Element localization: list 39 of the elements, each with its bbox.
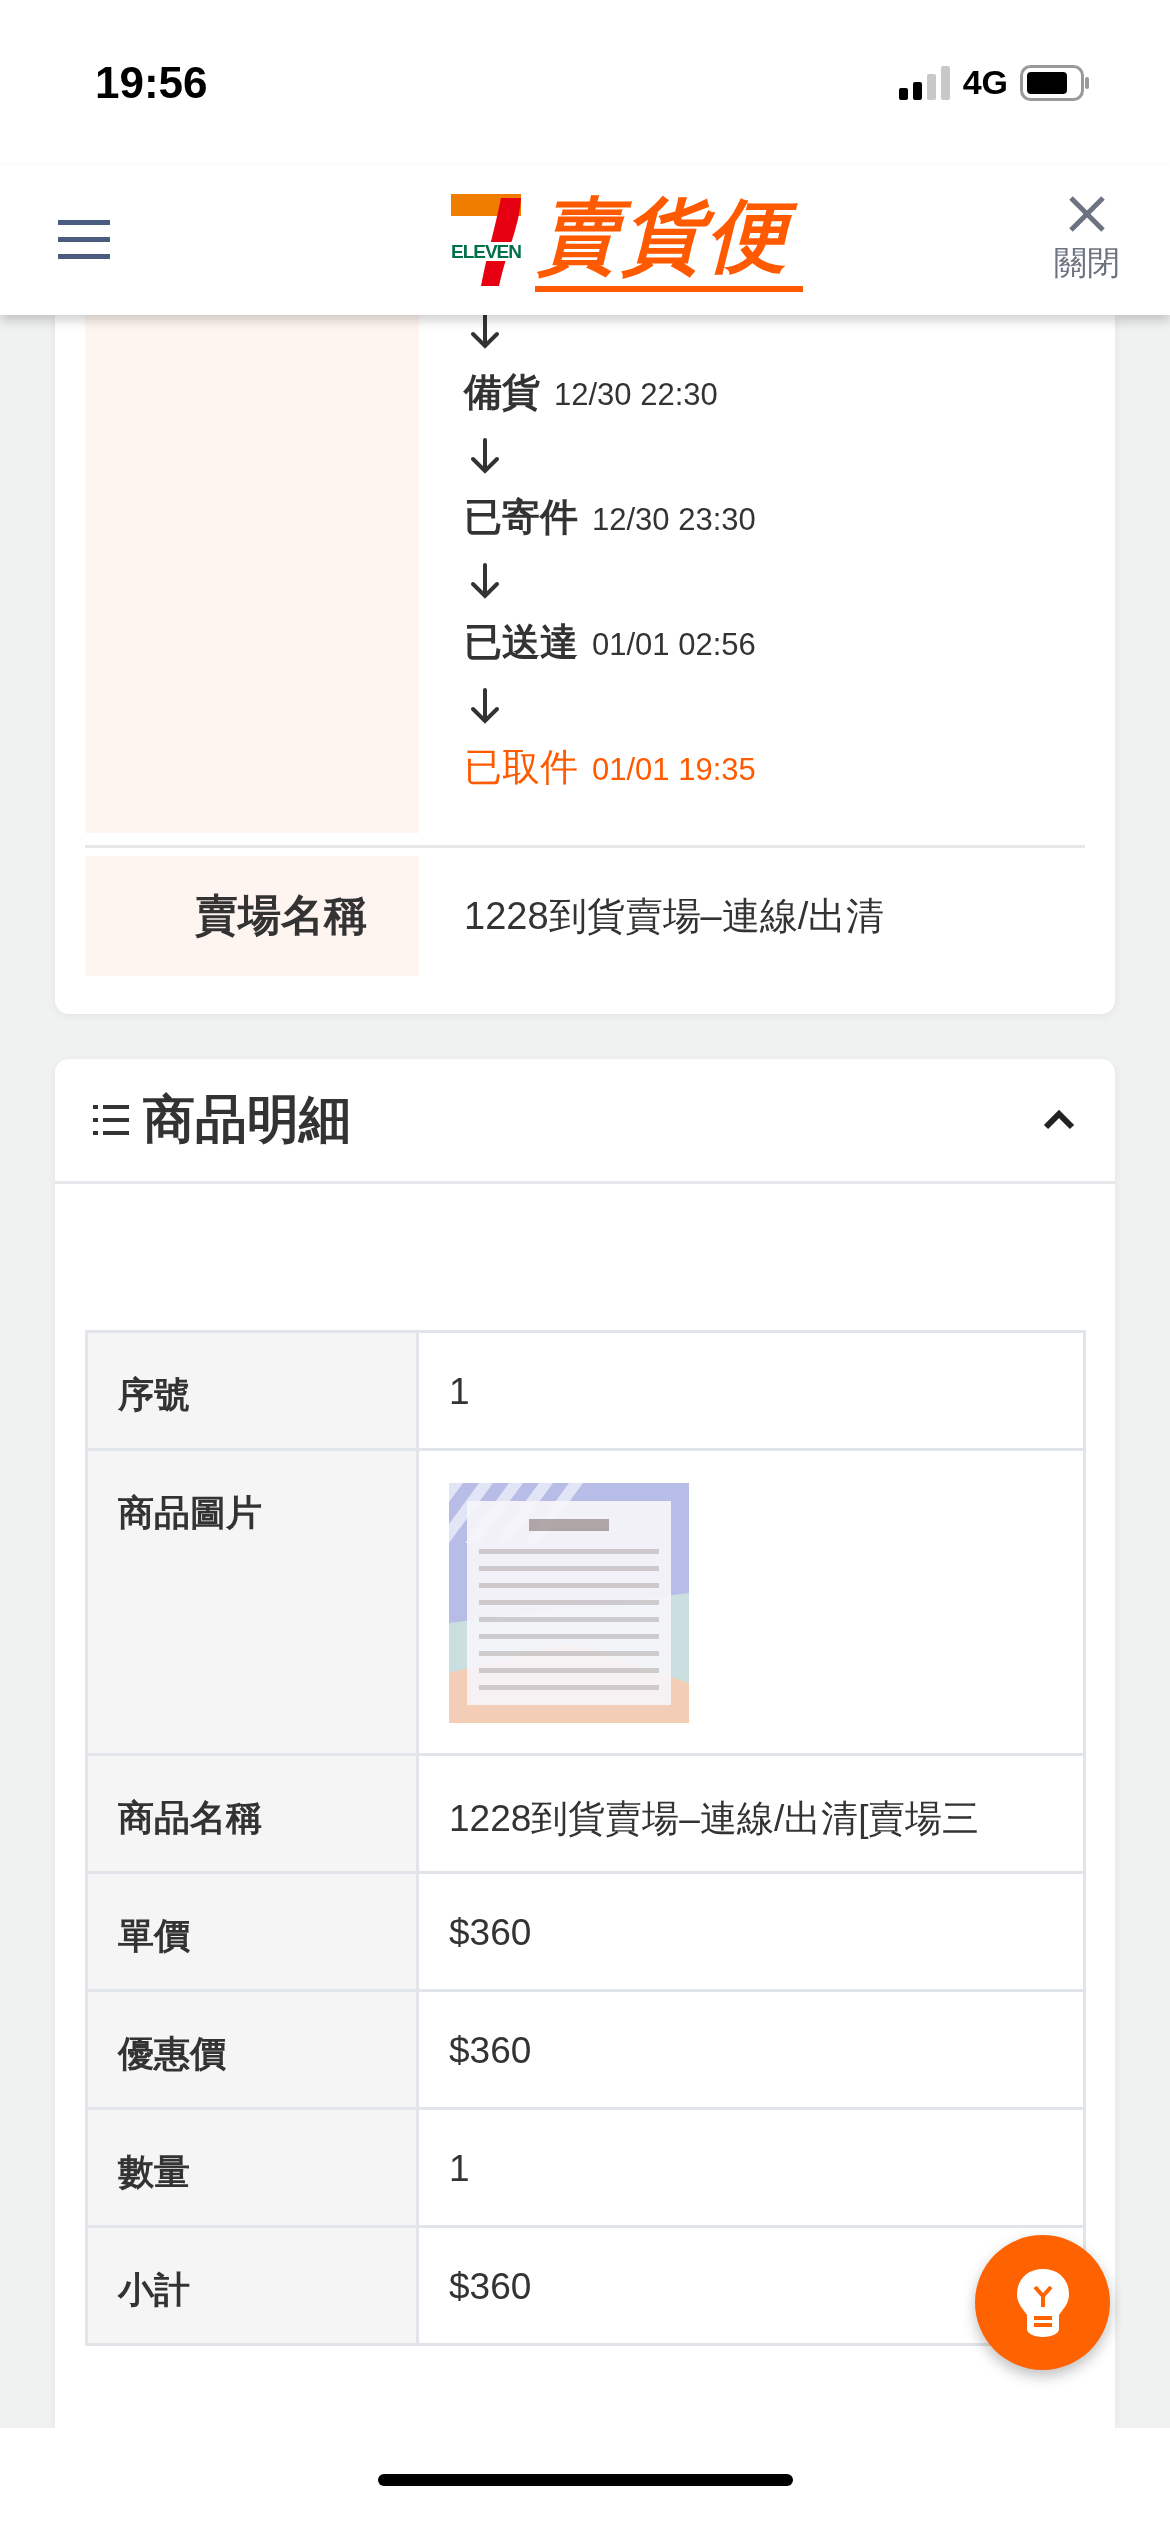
table-cell: 小計 [86, 2226, 418, 2345]
table-cell: 1228到貨賣場–連線/出清[賣場三 [417, 1754, 1085, 1873]
arrow-down-icon [468, 686, 502, 726]
table-cell: 商品圖片 [86, 1449, 418, 1755]
section-title: 商品明細 [143, 1089, 351, 1150]
step-status: 備貨 [464, 370, 540, 415]
arrow-down-icon [468, 315, 502, 351]
table-cell: 序號 [86, 1331, 418, 1450]
lightbulb-icon [1014, 2266, 1071, 2339]
chevron-up-icon[interactable] [1043, 1110, 1075, 1130]
table-cell: 優惠價 [86, 1990, 418, 2109]
step-time: 12/30 22:30 [554, 377, 718, 413]
arrow-down-icon [468, 436, 502, 476]
table-cell: 1 [417, 1331, 1085, 1450]
close-icon [1068, 194, 1106, 233]
status-time: 19:56 [95, 57, 208, 108]
step-status: 已寄件 [464, 495, 578, 540]
table-cell: $360 [417, 1990, 1085, 2109]
menu-icon[interactable] [58, 220, 110, 260]
step-status: 已取件 [464, 745, 578, 790]
close-button[interactable]: 關閉 [1054, 194, 1120, 286]
table-cell: $360 [417, 1872, 1085, 1991]
table-cell: 商品名稱 [86, 1754, 418, 1873]
logo-brand: ELEVEN [451, 242, 522, 261]
field-label: 賣場名稱 [85, 856, 419, 976]
table-cell: 1 [417, 2108, 1085, 2227]
step-time: 01/01 02:56 [592, 627, 756, 663]
network-label: 4G [962, 63, 1008, 102]
step-time: 01/01 19:35 [592, 752, 756, 788]
step-time: 12/30 23:30 [592, 502, 756, 538]
step-status: 已送達 [464, 620, 578, 665]
table-cell: 單價 [86, 1872, 418, 1991]
list-icon [93, 1104, 129, 1136]
arrow-down-icon [468, 561, 502, 601]
signal-icon [898, 65, 951, 100]
table-cell: 數量 [86, 2108, 418, 2227]
logo-name: 賣貨便 [535, 188, 803, 292]
field-value: 1228到貨賣場–連線/出清 [463, 893, 885, 939]
battery-icon [1020, 64, 1090, 101]
